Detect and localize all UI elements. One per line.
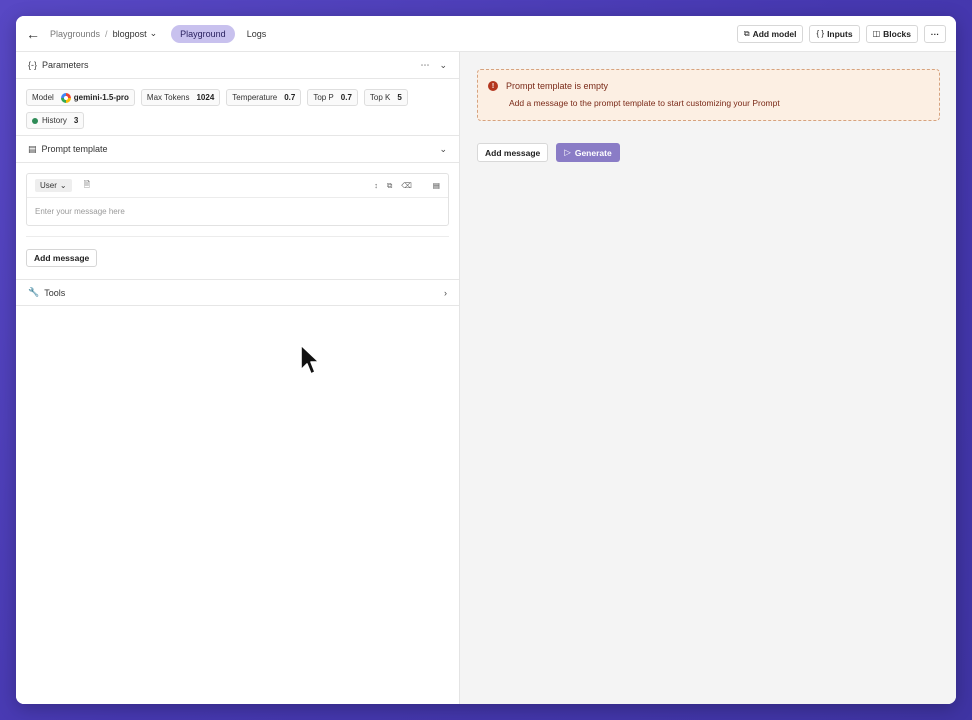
inputs-label: Inputs xyxy=(827,28,853,39)
message-toolbar: User ⌄ 🗎 ↕ ⧉ ⌫ ▤ xyxy=(27,174,448,198)
top-k-chip[interactable]: Top K 5 xyxy=(363,89,408,106)
blocks-button[interactable]: ◫ Blocks xyxy=(865,24,918,43)
columns-icon: ◫ xyxy=(872,29,881,38)
tools-header[interactable]: 🔧 Tools › xyxy=(16,279,459,306)
generate-label: Generate xyxy=(574,147,612,158)
blocks-label: Blocks xyxy=(883,28,911,39)
parameter-chips: Model gemini-1.5-pro Max Tokens 1024 Tem… xyxy=(16,79,459,136)
chip-value: gemini-1.5-pro xyxy=(73,93,129,102)
add-model-button[interactable]: ⧉ Add model xyxy=(736,24,804,43)
message-input[interactable] xyxy=(27,198,448,225)
alert-title: Prompt template is empty xyxy=(506,81,609,91)
message-square-icon: ▤ xyxy=(28,143,37,154)
breadcrumb-current-label: blogpost xyxy=(112,28,147,39)
divider xyxy=(26,236,449,237)
add-model-label: Add model xyxy=(752,28,797,39)
google-logo-icon xyxy=(60,92,71,103)
top-bar: ← Playgrounds / blogpost ⌄ Playground Lo… xyxy=(16,16,956,52)
breadcrumb-separator: / xyxy=(105,28,108,39)
more-horizontal-icon[interactable]: ⋯ xyxy=(420,60,429,71)
model-chip[interactable]: Model gemini-1.5-pro xyxy=(26,89,135,106)
role-select[interactable]: User ⌄ xyxy=(35,179,72,192)
chip-label: Top K xyxy=(369,93,391,102)
parameters-title: Parameters xyxy=(42,60,89,70)
more-options-button[interactable]: ··· xyxy=(924,24,946,43)
status-dot-icon xyxy=(32,117,38,124)
max-tokens-chip[interactable]: Max Tokens 1024 xyxy=(140,89,221,106)
back-arrow-icon[interactable]: ← xyxy=(26,26,40,42)
save-icon[interactable]: ▤ xyxy=(433,181,440,191)
chip-label: Temperature xyxy=(232,93,278,102)
main-actions: Add message ▷ Generate xyxy=(477,143,620,162)
left-panel: {-} Parameters ⋯ ⌄ Model gemini-1.5-pro … xyxy=(16,52,460,704)
chevron-down-icon[interactable]: ⌄ xyxy=(439,144,447,155)
chip-value: 1024 xyxy=(196,93,215,102)
parameters-header[interactable]: {-} Parameters ⋯ ⌄ xyxy=(16,52,459,79)
empty-template-alert: ! Prompt template is empty Add a message… xyxy=(477,69,940,121)
more-icon: ··· xyxy=(930,28,940,39)
role-label: User xyxy=(40,181,57,190)
history-chip[interactable]: History 3 xyxy=(26,112,85,129)
braces-icon: { } xyxy=(816,29,825,38)
chevron-right-icon[interactable]: › xyxy=(444,288,447,298)
chip-value: 3 xyxy=(73,116,79,125)
topbar-actions: ⧉ Add model { } Inputs ◫ Blocks ··· xyxy=(736,24,946,43)
generate-button[interactable]: ▷ Generate xyxy=(556,143,620,162)
inputs-button[interactable]: { } Inputs xyxy=(809,24,860,43)
alert-icon: ! xyxy=(488,81,498,91)
main-panel: ! Prompt template is empty Add a message… xyxy=(460,52,956,704)
chip-label: History xyxy=(42,116,67,125)
top-p-chip[interactable]: Top P 0.7 xyxy=(307,89,358,106)
prompt-template-header[interactable]: ▤ Prompt template ⌄ xyxy=(16,136,459,163)
chip-value: 0.7 xyxy=(340,93,352,102)
prompt-template-title: Prompt template xyxy=(41,144,108,154)
copy-icon[interactable]: ⧉ xyxy=(387,181,392,191)
tab-logs[interactable]: Logs xyxy=(247,29,267,39)
chip-label: Model xyxy=(32,93,54,102)
play-icon: ▷ xyxy=(564,147,571,157)
chevron-down-icon[interactable]: ⌄ xyxy=(439,60,447,71)
breadcrumb-current[interactable]: blogpost ⌄ xyxy=(113,28,158,39)
trash-icon[interactable]: ⌫ xyxy=(401,181,412,191)
message-editor: User ⌄ 🗎 ↕ ⧉ ⌫ ▤ xyxy=(26,173,449,226)
chip-value: 0.7 xyxy=(284,93,296,102)
copy-icon: ⧉ xyxy=(743,28,750,38)
chevron-down-icon: ⌄ xyxy=(59,181,67,190)
expand-icon[interactable]: ↕ xyxy=(374,181,378,191)
alert-body: Add a message to the prompt template to … xyxy=(509,98,780,108)
chip-value: 5 xyxy=(397,93,402,102)
add-message-button[interactable]: Add message xyxy=(477,143,549,162)
app-window: ← Playgrounds / blogpost ⌄ Playground Lo… xyxy=(16,16,956,704)
chip-label: Max Tokens xyxy=(146,93,190,102)
breadcrumb-root[interactable]: Playgrounds xyxy=(50,29,100,39)
tab-playground[interactable]: Playground xyxy=(171,24,235,43)
tools-title: Tools xyxy=(44,287,66,298)
parameters-icon: {-} xyxy=(28,60,38,70)
mouse-cursor-icon xyxy=(300,344,320,375)
add-message-button[interactable]: Add message xyxy=(26,249,98,267)
chevron-down-icon: ⌄ xyxy=(149,28,158,38)
temperature-chip[interactable]: Temperature 0.7 xyxy=(226,89,302,106)
file-icon[interactable]: 🗎 xyxy=(84,179,90,193)
chip-label: Top P xyxy=(313,93,334,102)
wrench-icon: 🔧 xyxy=(28,287,40,297)
